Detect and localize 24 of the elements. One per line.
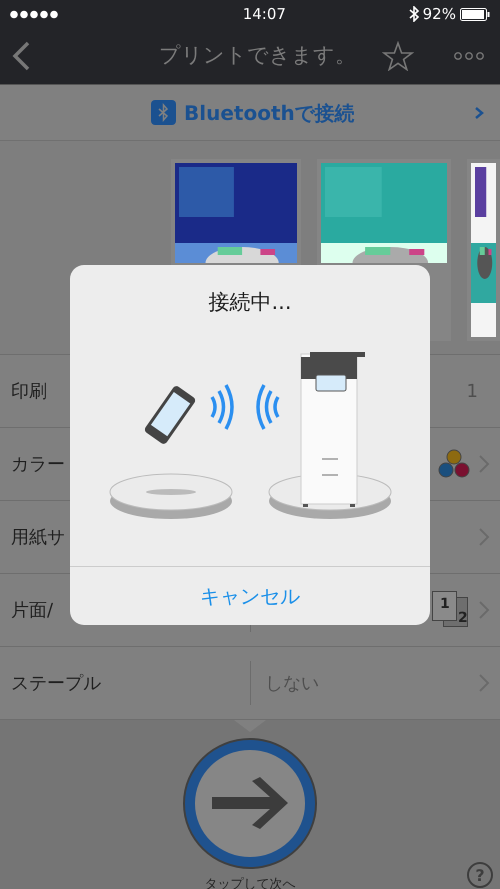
setting-label: 印刷 bbox=[11, 380, 47, 402]
bluetooth-connect-button[interactable]: Bluetoothで接続 bbox=[184, 98, 355, 128]
signal-icon bbox=[10, 10, 60, 18]
cancel-button[interactable]: キャンセル bbox=[70, 566, 430, 625]
color-dots-icon bbox=[438, 449, 470, 479]
battery-icon bbox=[460, 8, 490, 20]
setting-label: ステープル bbox=[11, 672, 101, 694]
clock: 14:07 bbox=[242, 4, 286, 25]
arrow-icon bbox=[212, 777, 288, 830]
dialog-title: 接続中... bbox=[207, 289, 293, 316]
setting-label: 用紙サ bbox=[11, 526, 65, 548]
back-icon[interactable] bbox=[11, 41, 31, 71]
setting-label: カラー bbox=[11, 454, 65, 474]
bluetooth-icon bbox=[408, 6, 419, 22]
page-number: 2 bbox=[458, 611, 468, 625]
more-icon[interactable] bbox=[454, 51, 484, 61]
help-button[interactable]: ? bbox=[467, 862, 493, 888]
screen-title: プリントできます。 bbox=[159, 42, 356, 70]
bluetooth-icon bbox=[151, 100, 176, 125]
setting-label: 片面/ bbox=[11, 600, 54, 620]
star-icon[interactable] bbox=[382, 41, 414, 71]
page-number: 1 bbox=[440, 597, 450, 611]
battery-percent: 92% bbox=[422, 4, 456, 25]
chevron-icon[interactable] bbox=[474, 106, 484, 120]
